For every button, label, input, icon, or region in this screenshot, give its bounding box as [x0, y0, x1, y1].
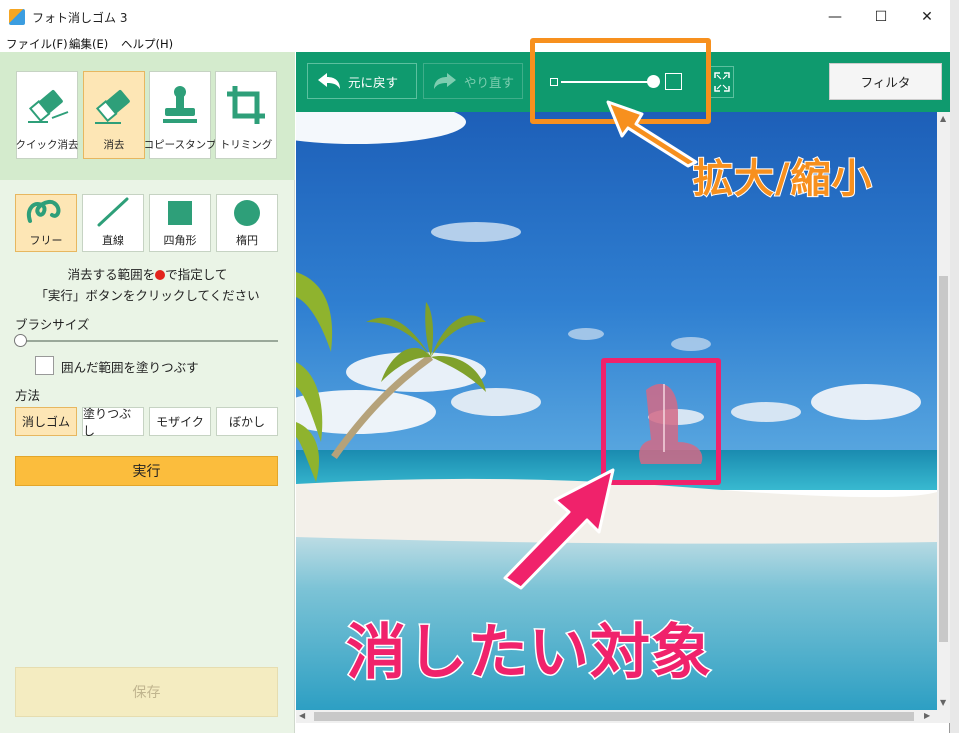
undo-button[interactable]: 元に戻す — [307, 63, 417, 99]
tool-label: クイック消去 — [15, 139, 79, 151]
tool-quick-erase[interactable]: クイック消去 — [15, 71, 79, 159]
freehand-icon — [27, 200, 61, 223]
app-window: フォト消しゴム 3 — ☐ ✕ ファイル(F) 編集(E) ヘルプ(H) クイッ… — [0, 0, 950, 733]
tool-copy-stamp[interactable]: コピースタンプ — [144, 71, 216, 159]
maximize-button[interactable]: ☐ — [858, 0, 904, 34]
fit-screen-icon — [714, 72, 730, 92]
tool-label: 消去 — [103, 139, 125, 151]
shape-free[interactable]: フリー — [15, 194, 77, 252]
method-eraser[interactable]: 消しゴム — [15, 407, 77, 436]
shape-label: フリー — [29, 234, 63, 247]
run-button[interactable]: 実行 — [15, 456, 278, 486]
rectangle-icon — [168, 201, 192, 225]
desktop-background — [950, 0, 959, 733]
tool-trimming[interactable]: トリミング — [215, 71, 277, 159]
vertical-scroll-thumb[interactable] — [939, 276, 948, 642]
eraser-icon — [95, 90, 130, 124]
target-arrow-icon — [503, 468, 615, 590]
tool-label: コピースタンプ — [143, 139, 217, 151]
scroll-right-icon[interactable]: ▶ — [924, 711, 930, 720]
menu-bar: ファイル(F) 編集(E) ヘルプ(H) — [0, 34, 950, 52]
quick-erase-icon — [28, 90, 69, 123]
left-panel: クイック消去 消去 コピースタンプ トリミング フリー 直線 四角形 楕円 消去… — [0, 52, 295, 733]
shape-line[interactable]: 直線 — [82, 194, 144, 252]
fill-enclosed-label: 囲んだ範囲を塗りつぶす — [61, 360, 199, 375]
shape-label: 直線 — [102, 234, 124, 247]
save-button[interactable]: 保存 — [15, 667, 278, 717]
shape-label: 楕円 — [236, 234, 258, 247]
fit-to-window-button[interactable] — [710, 66, 734, 98]
shape-rectangle[interactable]: 四角形 — [149, 194, 211, 252]
instruction-text: で指定して — [165, 267, 228, 282]
close-button[interactable]: ✕ — [904, 0, 950, 34]
undo-label: 元に戻す — [348, 74, 399, 90]
crop-icon — [227, 86, 265, 124]
horizontal-scrollbar[interactable]: ◀ ▶ — [296, 710, 950, 723]
tool-erase[interactable]: 消去 — [83, 71, 145, 159]
shape-ellipse[interactable]: 楕円 — [216, 194, 278, 252]
instruction-line-2: 「実行」ボタンをクリックしてください — [35, 288, 260, 303]
menu-file[interactable]: ファイル(F) — [6, 36, 68, 52]
filter-button[interactable]: フィルタ — [829, 63, 942, 100]
vertical-scrollbar[interactable]: ▲ ▼ — [937, 112, 950, 710]
stamp-icon — [163, 86, 197, 123]
redo-label: やり直す — [464, 74, 515, 90]
minimize-button[interactable]: — — [812, 0, 858, 34]
method-label: 方法 — [15, 388, 41, 403]
brush-size-slider[interactable] — [20, 340, 278, 342]
window-title: フォト消しゴム 3 — [32, 11, 128, 25]
tool-selector: クイック消去 消去 コピースタンプ トリミング — [0, 52, 295, 180]
target-caption: 消したい対象 — [345, 617, 713, 690]
redo-button[interactable]: やり直す — [423, 63, 523, 99]
zoom-caption: 拡大/縮小 — [692, 155, 873, 203]
title-bar: フォト消しゴム 3 — ☐ ✕ — [0, 0, 950, 34]
undo-icon — [318, 73, 340, 89]
method-blur[interactable]: ぼかし — [216, 407, 278, 436]
app-logo-icon — [9, 9, 25, 25]
red-dot-icon — [155, 270, 166, 280]
method-mosaic[interactable]: モザイク — [149, 407, 211, 436]
shape-label: 四角形 — [163, 234, 197, 247]
instruction-line-1: 消去する範囲を で指定して — [0, 264, 295, 283]
brush-size-thumb[interactable] — [14, 334, 27, 347]
fill-enclosed-checkbox[interactable] — [35, 356, 54, 375]
scroll-up-icon[interactable]: ▲ — [940, 114, 946, 123]
menu-edit[interactable]: 編集(E) — [69, 36, 108, 52]
tool-label: トリミング — [219, 139, 273, 151]
menu-help[interactable]: ヘルプ(H) — [121, 36, 173, 52]
scroll-down-icon[interactable]: ▼ — [940, 698, 946, 707]
line-icon — [97, 197, 129, 227]
ellipse-icon — [234, 200, 260, 226]
instruction-text: 消去する範囲を — [67, 267, 156, 282]
brush-size-label: ブラシサイズ — [15, 317, 90, 332]
redo-icon — [434, 73, 456, 89]
method-fill[interactable]: 塗りつぶし — [82, 407, 144, 438]
scroll-left-icon[interactable]: ◀ — [299, 711, 305, 720]
horizontal-scroll-thumb[interactable] — [314, 712, 914, 721]
